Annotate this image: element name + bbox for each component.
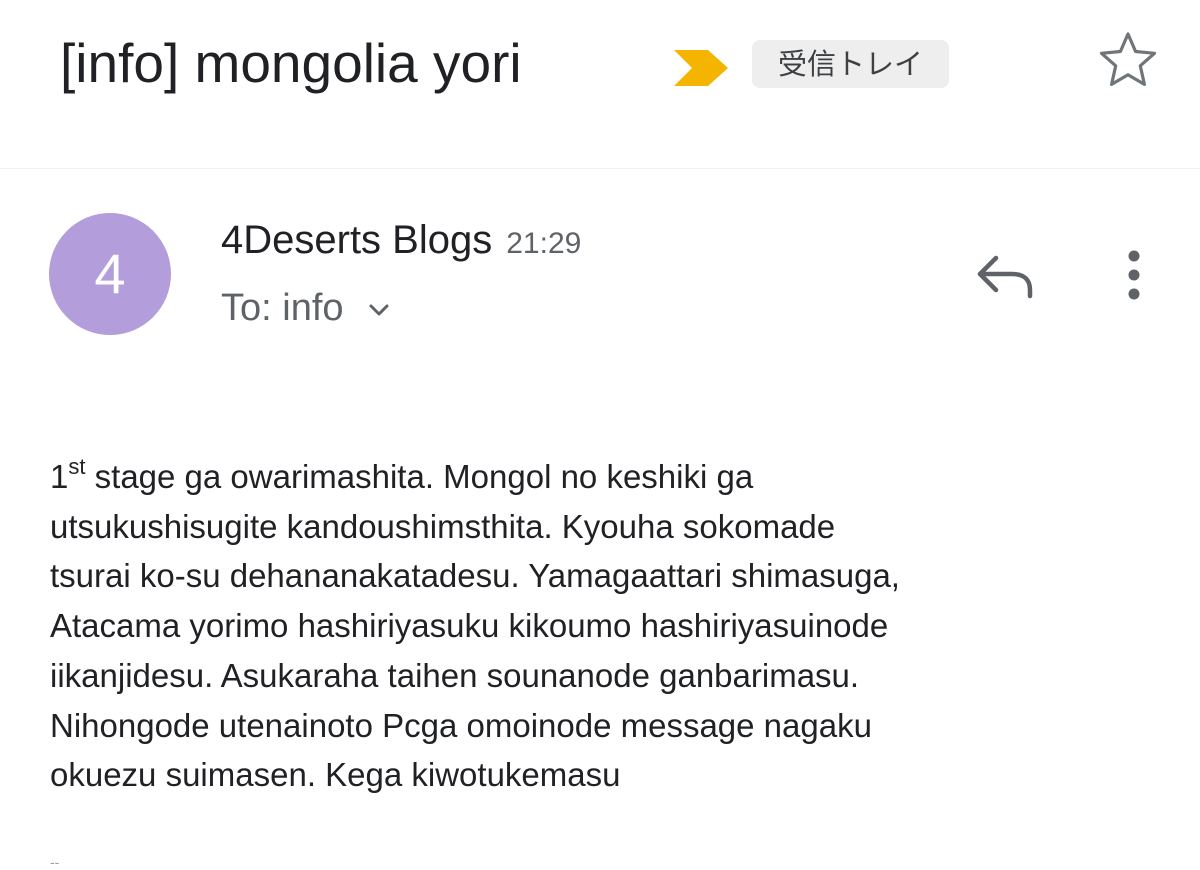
header-divider xyxy=(0,168,1200,169)
recipient-label: To: info xyxy=(221,287,344,329)
sender-line: 4Deserts Blogs 21:29 xyxy=(221,214,581,270)
reply-arrow-icon[interactable] xyxy=(972,248,1040,304)
ordinal-suffix: st xyxy=(68,454,86,479)
message-time: 21:29 xyxy=(506,227,582,260)
recipient-details-toggle[interactable]: To: info xyxy=(221,282,394,334)
inbox-label-chip[interactable]: 受信トレイ xyxy=(752,40,950,88)
message-line-1-text: stage ga owarimashita. Mongol no keshiki… xyxy=(85,458,754,495)
message-body: 1st stage ga owarimashita. Mongol no kes… xyxy=(50,452,1170,800)
message-line-4: Atacama yorimo hashiriyasuku kikoumo has… xyxy=(50,607,889,645)
email-subject: [info] mongolia yori xyxy=(60,32,522,94)
sender-name[interactable]: 4Deserts Blogs xyxy=(221,218,492,262)
chevron-down-icon xyxy=(369,304,389,316)
message-line-3: tsurai ko-su dehananakatadesu. Yamagaatt… xyxy=(50,557,900,595)
avatar[interactable]: 4 xyxy=(49,213,171,335)
star-outline-icon[interactable] xyxy=(1098,30,1158,90)
signature-separator: -- xyxy=(50,854,60,870)
message-line-7: okuezu suimasen. Kega kiwotukemasu xyxy=(50,756,621,794)
more-vert-icon[interactable] xyxy=(1114,246,1154,306)
importance-marker-icon[interactable] xyxy=(672,48,732,88)
ordinal-number: 1 xyxy=(50,458,69,495)
message-line-2: utsukushisugite kandoushimsthita. Kyouha… xyxy=(50,507,836,545)
email-header: [info] mongolia yori 受信トレイ xyxy=(60,22,1160,112)
message-line-6: Nihongode utenainoto Pcga omoinode messa… xyxy=(50,706,872,744)
message-line-5: iikanjidesu. Asukaraha taihen sounanode … xyxy=(50,656,860,694)
message-line-1: 1st stage ga owarimashita. Mongol no kes… xyxy=(50,452,1170,502)
